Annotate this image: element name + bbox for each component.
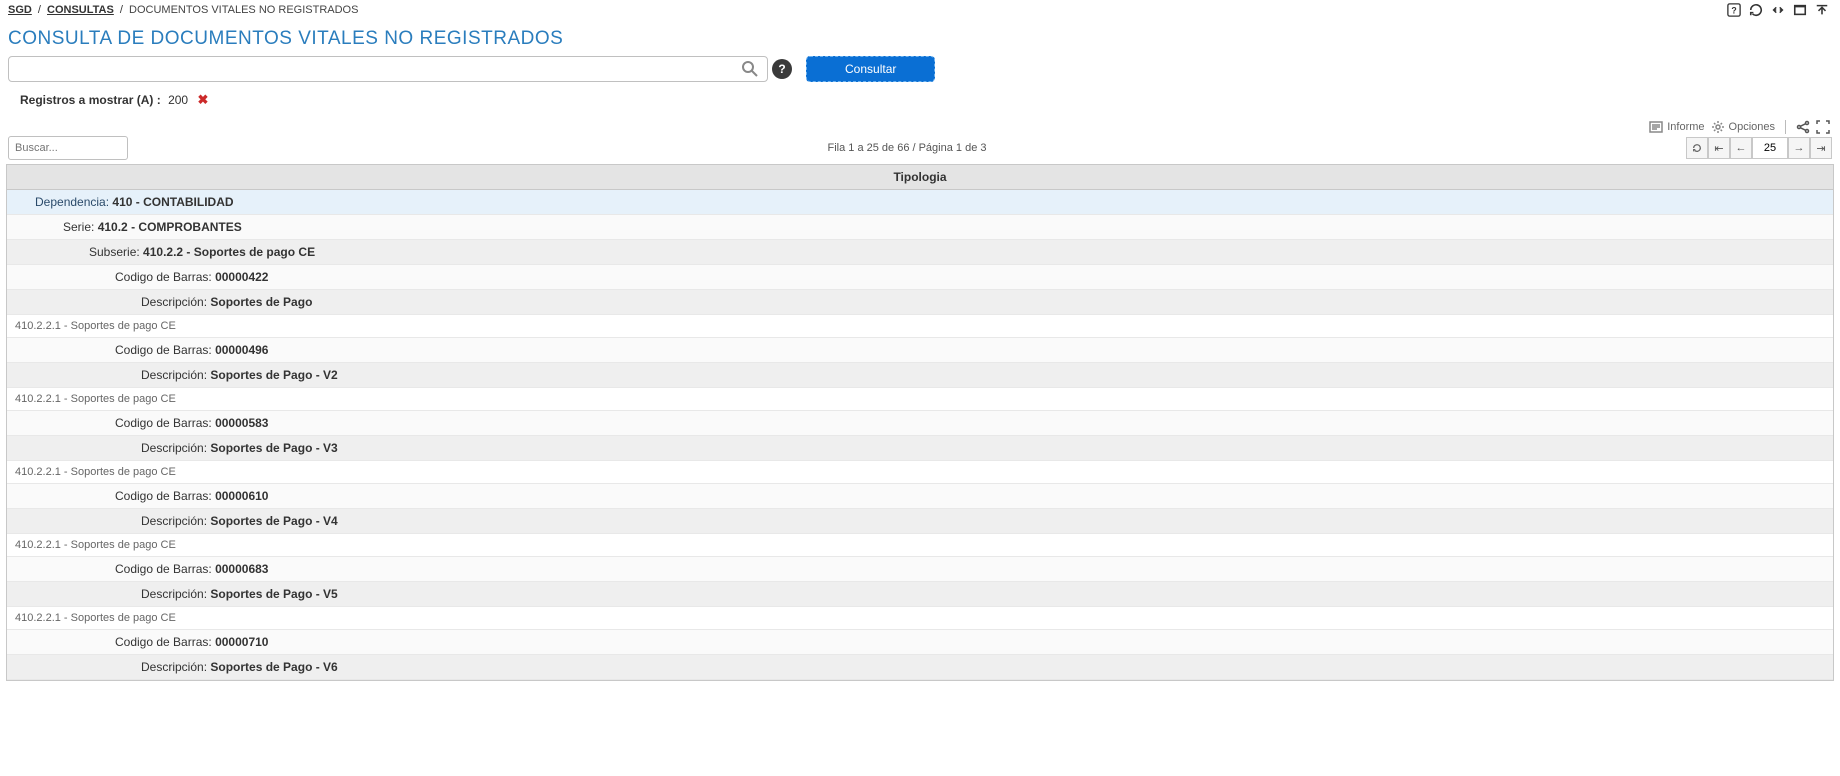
pager-refresh-icon[interactable] — [1686, 137, 1708, 159]
grid-pager: ⇤ ← → ⇥ — [1686, 137, 1832, 159]
scroll-top-icon[interactable] — [1814, 2, 1830, 18]
pager-next-icon[interactable]: → — [1788, 137, 1810, 159]
group-serie[interactable]: Serie: 410.2 - COMPROBANTES — [7, 215, 1833, 240]
fullscreen-icon[interactable] — [1816, 120, 1830, 134]
group-subserie[interactable]: Subserie: 410.2.2 - Soportes de pago CE — [7, 240, 1833, 265]
app-toolbar: ? — [1726, 2, 1830, 18]
group-descripcion[interactable]: Descripción: Soportes de Pago - V2 — [7, 363, 1833, 388]
records-value: 200 — [168, 93, 188, 107]
group-barcode[interactable]: Codigo de Barras: 00000422 — [7, 265, 1833, 290]
grid-search-input[interactable] — [8, 136, 128, 160]
group-descripcion[interactable]: Descripción: Soportes de Pago - V6 — [7, 655, 1833, 680]
group-barcode[interactable]: Codigo de Barras: 00000683 — [7, 557, 1833, 582]
help-icon[interactable]: ? — [1726, 2, 1742, 18]
breadcrumb-current: DOCUMENTOS VITALES NO REGISTRADOS — [129, 4, 358, 16]
group-barcode[interactable]: Codigo de Barras: 00000610 — [7, 484, 1833, 509]
search-icon[interactable] — [740, 59, 760, 79]
informe-label: Informe — [1667, 121, 1704, 133]
consult-button[interactable]: Consultar — [806, 56, 935, 82]
breadcrumb-section[interactable]: CONSULTAS — [47, 4, 114, 16]
grid-body: Dependencia: 410 - CONTABILIDAD Serie: 4… — [7, 190, 1833, 680]
breadcrumb: SGD / CONSULTAS / DOCUMENTOS VITALES NO … — [8, 4, 358, 16]
share-icon[interactable] — [1796, 120, 1810, 134]
opciones-label: Opciones — [1729, 121, 1775, 133]
row-tipologia[interactable]: 410.2.2.1 - Soportes de pago CE — [7, 315, 1833, 338]
records-filter: Registros a mostrar (A) : 200 ✖ — [0, 86, 1840, 118]
records-clear-icon[interactable]: ✖ — [197, 92, 208, 107]
pager-prev-icon[interactable]: ← — [1730, 137, 1752, 159]
group-descripcion[interactable]: Descripción: Soportes de Pago - V3 — [7, 436, 1833, 461]
group-descripcion[interactable]: Descripción: Soportes de Pago - V5 — [7, 582, 1833, 607]
group-dependencia[interactable]: Dependencia: 410 - CONTABILIDAD — [7, 190, 1833, 215]
refresh-icon[interactable] — [1748, 2, 1764, 18]
row-tipologia[interactable]: 410.2.2.1 - Soportes de pago CE — [7, 388, 1833, 411]
row-tipologia[interactable]: 410.2.2.1 - Soportes de pago CE — [7, 534, 1833, 557]
main-search-input[interactable] — [8, 56, 768, 82]
opciones-button[interactable]: Opciones — [1711, 120, 1775, 134]
group-barcode[interactable]: Codigo de Barras: 00000496 — [7, 338, 1833, 363]
group-barcode[interactable]: Codigo de Barras: 00000583 — [7, 411, 1833, 436]
informe-button[interactable]: Informe — [1649, 120, 1704, 134]
svg-text:?: ? — [1731, 6, 1736, 16]
breadcrumb-root[interactable]: SGD — [8, 4, 32, 16]
pager-first-icon[interactable]: ⇤ — [1708, 137, 1730, 159]
row-tipologia[interactable]: 410.2.2.1 - Soportes de pago CE — [7, 607, 1833, 630]
row-tipologia[interactable]: 410.2.2.1 - Soportes de pago CE — [7, 461, 1833, 484]
group-barcode[interactable]: Codigo de Barras: 00000710 — [7, 630, 1833, 655]
maximize-icon[interactable] — [1792, 2, 1808, 18]
pager-last-icon[interactable]: ⇥ — [1810, 137, 1832, 159]
grid-column-header[interactable]: Tipologia — [7, 165, 1833, 190]
group-descripcion[interactable]: Descripción: Soportes de Pago - V4 — [7, 509, 1833, 534]
group-descripcion[interactable]: Descripción: Soportes de Pago — [7, 290, 1833, 315]
grid: Tipologia Dependencia: 410 - CONTABILIDA… — [6, 164, 1834, 681]
collapse-horizontal-icon[interactable] — [1770, 2, 1786, 18]
grid-page-info: Fila 1 a 25 de 66 / Página 1 de 3 — [128, 142, 1686, 154]
records-label: Registros a mostrar (A) — [20, 93, 153, 107]
page-title: CONSULTA DE DOCUMENTOS VITALES NO REGIST… — [0, 18, 1840, 56]
search-help-icon[interactable]: ? — [772, 59, 792, 79]
pager-page-size[interactable] — [1752, 137, 1788, 159]
